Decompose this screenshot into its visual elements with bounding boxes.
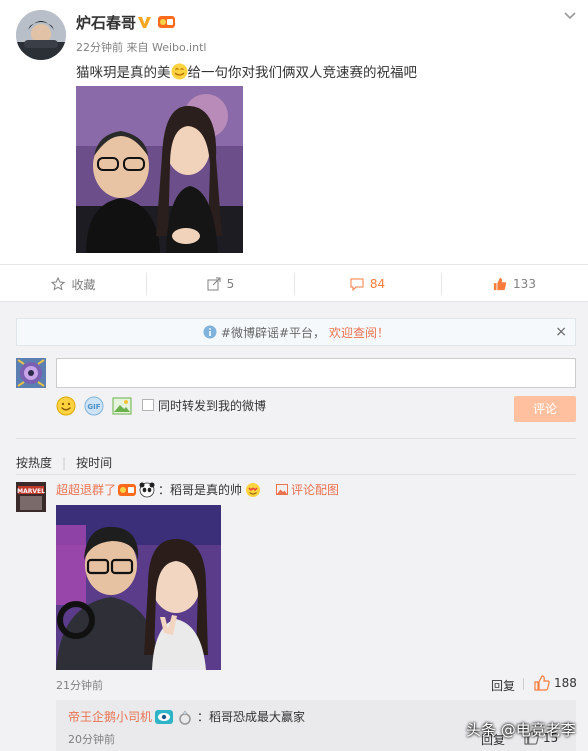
image-icon[interactable] <box>112 396 132 416</box>
post-photo[interactable] <box>76 86 243 253</box>
notice-link[interactable]: 欢迎查阅！ <box>329 324 389 341</box>
submit-comment-button[interactable]: 评论 <box>514 396 576 422</box>
weibo-post: 炉石春哥 22分钟前 来自 Weibo.intl 猫咪玥是真的美 给一句你对我们俩… <box>0 0 588 262</box>
comment-picture-link[interactable]: 评论配图 <box>276 481 339 498</box>
my-avatar[interactable] <box>16 358 46 388</box>
sort-divider: | <box>62 456 67 470</box>
commenter-name[interactable]: 超超退群了 <box>56 481 116 498</box>
watermark: 头条 @电竞老李 <box>466 721 576 739</box>
emoji-icon[interactable] <box>56 396 76 416</box>
panda-emoji-icon <box>139 482 155 497</box>
star-icon <box>51 277 66 291</box>
thumbs-up-icon <box>534 675 550 691</box>
favorite-label: 收藏 <box>71 277 96 292</box>
vip-badge-icon <box>158 16 175 28</box>
comment-time: 21分钟前 <box>56 679 103 692</box>
sub-comment-text: ：稻哥恐成最大赢家 <box>197 710 306 724</box>
sort-tabs: 按热度 | 按时间 <box>16 454 112 471</box>
post-text-part-1: 猫咪玥是真的美 <box>76 65 171 81</box>
vip-badge-icon <box>118 483 137 496</box>
post-action-bar: 收藏 5 84 133 <box>0 264 588 302</box>
comment-input[interactable] <box>56 358 576 388</box>
gif-icon[interactable]: GIF <box>84 396 104 416</box>
eye-badge-icon <box>155 709 174 724</box>
favorite-button[interactable]: 收藏 <box>0 265 147 303</box>
comment-reply-button[interactable]: 回复 <box>491 677 515 694</box>
comment-like-button[interactable]: 188 <box>534 675 577 691</box>
svg-text:GIF: GIF <box>87 403 100 411</box>
comment-button[interactable]: 84 <box>294 265 441 303</box>
author-name[interactable]: 炉石春哥 <box>76 12 136 33</box>
comment-count: 84 <box>369 277 386 291</box>
comment-section: #微博辟谣#平台， 欢迎查阅！ × GIF 同时转发到我的微博 评论 按热度 | 按… <box>0 302 588 751</box>
repost-count: 5 <box>226 277 235 291</box>
chevron-down-icon[interactable] <box>563 8 577 22</box>
post-meta: 22分钟前 来自 Weibo.intl <box>76 41 207 54</box>
post-text-part-2: 给一句你对我们俩双人竞速赛的祝福吧 <box>187 65 418 81</box>
repost-icon <box>207 277 221 291</box>
svg-text:MARVEL: MARVEL <box>17 488 45 495</box>
ring-icon <box>179 709 191 725</box>
repost-label[interactable]: 同时转发到我的微博 <box>158 397 266 414</box>
info-icon <box>203 325 217 339</box>
sort-by-hot-tab[interactable]: 按热度 <box>16 454 52 471</box>
repost-checkbox[interactable] <box>142 399 154 411</box>
comment-photo[interactable] <box>56 505 221 670</box>
picture-icon <box>276 484 289 495</box>
sub-comment-line: 帝王企鹅小司机 ：稻哥恐成最大赢家 <box>68 708 305 725</box>
comment-like-count: 188 <box>554 676 577 690</box>
divider <box>16 474 576 475</box>
verified-v-icon <box>138 17 151 28</box>
author-avatar[interactable] <box>16 10 66 60</box>
notice-text: #微博辟谣#平台， <box>220 325 326 340</box>
post-text: 猫咪玥是真的美 给一句你对我们俩双人竞速赛的祝福吧 <box>76 61 417 81</box>
comment-icon <box>350 278 364 291</box>
close-icon[interactable]: × <box>555 324 567 340</box>
sort-by-time-tab[interactable]: 按时间 <box>76 454 112 471</box>
notice-banner: #微博辟谣#平台， 欢迎查阅！ × <box>16 318 576 346</box>
sub-comment-time: 20分钟前 <box>68 733 115 746</box>
heart-eyes-emoji-icon <box>246 482 261 497</box>
like-count: 133 <box>513 277 536 291</box>
like-button[interactable]: 133 <box>441 265 588 303</box>
sub-commenter-name[interactable]: 帝王企鹅小司机 <box>68 708 152 725</box>
divider <box>16 438 576 439</box>
smile-emoji-icon <box>171 63 187 80</box>
comment-line: 超超退群了 ：稻哥是真的帅 评论配图 <box>56 481 339 498</box>
repost-button[interactable]: 5 <box>147 265 294 303</box>
comment-picture-label: 评论配图 <box>291 483 340 497</box>
commenter-avatar[interactable]: MARVEL <box>16 482 46 512</box>
comment-action-divider <box>523 678 524 690</box>
thumbs-up-icon <box>493 277 507 291</box>
comment-text: ：稻哥是真的帅 <box>158 483 243 497</box>
